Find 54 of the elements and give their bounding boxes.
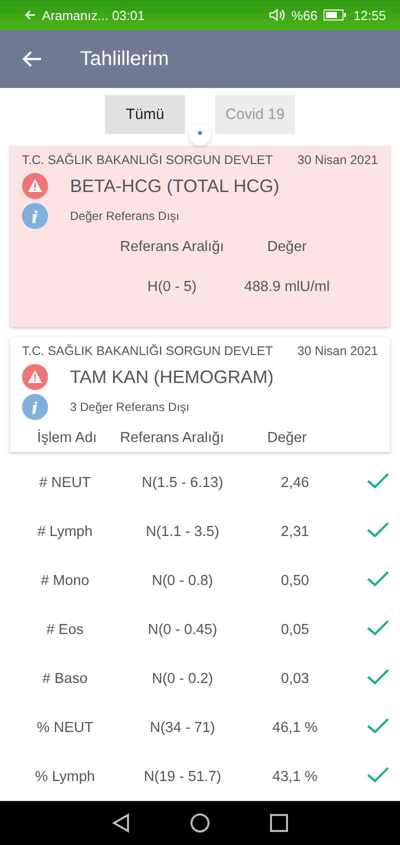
back-arrow-icon — [22, 50, 42, 68]
institution-name: T.C. SAĞLIK BAKANLIĞI SORGUN DEVLET — [22, 344, 273, 358]
result-value: 0,03 — [280, 670, 310, 686]
parameter-name: % NEUT — [36, 720, 94, 736]
warning-icon — [22, 364, 48, 390]
reference-range: N(0 - 0.45) — [148, 622, 218, 638]
call-status[interactable]: Aramanız... 03:01 — [42, 8, 145, 23]
back-icon — [112, 813, 130, 833]
reference-range: N(1.1 - 3.5) — [146, 524, 220, 540]
reference-range: N(0 - 0.8) — [152, 572, 214, 588]
result-value: 2,31 — [280, 524, 310, 540]
screen-title: Tahlillerim — [80, 48, 169, 71]
reference-range: N(34 - 71) — [150, 720, 216, 736]
column-header: Referans Aralığı — [120, 239, 224, 255]
column-header: Referans Aralığı — [120, 430, 224, 446]
reference-range: N(19 - 51.7) — [144, 768, 222, 784]
back-arrow-icon — [24, 9, 36, 22]
reference-range: H(0 - 5) — [147, 279, 197, 295]
parameter-name: # Lymph — [37, 524, 93, 540]
institution-name: T.C. SAĞLIK BAKANLIĞI SORGUN DEVLET — [22, 153, 273, 167]
test-name: TAM KAN (HEMOGRAM) — [70, 366, 274, 388]
reference-range: N(1.5 - 6.13) — [142, 474, 224, 490]
reference-range: N(0 - 0.2) — [152, 670, 214, 686]
result-value: 43,1 % — [272, 768, 318, 784]
result-date: 30 Nisan 2021 — [297, 344, 378, 358]
speaker-icon — [269, 8, 286, 22]
filter-tab[interactable]: Tümü — [105, 95, 185, 134]
battery-percent: %66 — [291, 8, 318, 23]
info-icon — [22, 203, 48, 229]
warning-icon — [22, 173, 48, 199]
range-note: Değer Referans Dışı — [70, 209, 180, 223]
parameter-name: % Lymph — [35, 768, 95, 784]
recents-icon — [270, 814, 288, 832]
range-note: 3 Değer Referans Dışı — [70, 400, 190, 414]
column-header: Değer — [267, 430, 307, 446]
parameter-name: # Baso — [42, 670, 88, 686]
parameter-name: # NEUT — [39, 474, 91, 490]
info-icon — [22, 394, 48, 420]
battery-icon — [323, 9, 348, 22]
result-value: 46,1 % — [272, 720, 318, 736]
column-header: Değer — [267, 239, 307, 255]
result-value: 488.9 mlU/ml — [244, 279, 330, 295]
result-value: 2,46 — [280, 474, 310, 490]
parameter-name: # Mono — [40, 572, 90, 588]
test-name: BETA-HCG (TOTAL HCG) — [70, 176, 280, 196]
home-icon — [190, 813, 210, 833]
result-value: 0,05 — [280, 622, 310, 638]
parameter-name: # Eos — [46, 622, 84, 638]
result-date: 30 Nisan 2021 — [297, 153, 378, 167]
column-header: İşlem Adı — [37, 430, 97, 446]
result-card[interactable]: T.C. SAĞLIK BAKANLIĞI SORGUN DEVLET 30 Nisan 2021 TAM KAN (HEMOGRAM) 3 Değer Referans Dışı İşlem Adı Referans Aralığı Değer — [10, 337, 390, 452]
result-card[interactable]: T.C. SAĞLIK BAKANLIĞI SORGUN DEVLET 30 Nisan 2021 BETA-HCG (TOTAL HCG) Değer Referans Dışı Referans Aralığı Değer H(0 - 5) 488.9 mlU/ml — [10, 146, 390, 327]
result-value: 0,50 — [280, 572, 310, 588]
clock: 12:55 — [353, 8, 386, 23]
